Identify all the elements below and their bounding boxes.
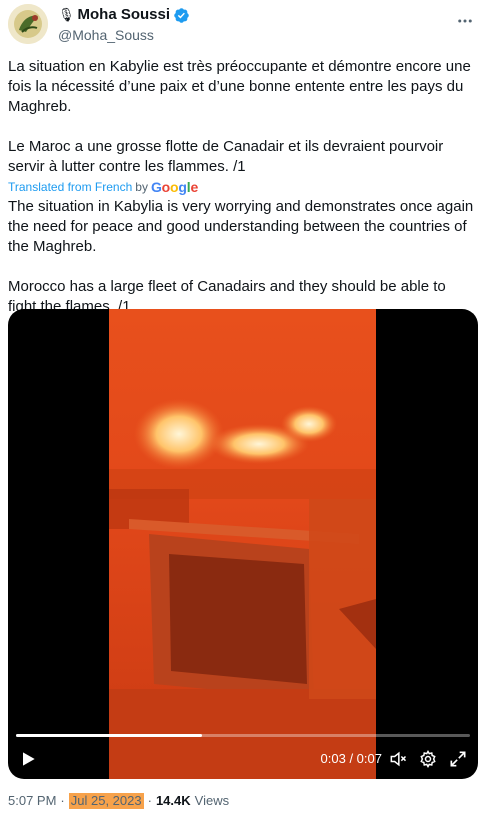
translation-attribution[interactable]: Translated from French by Google: [8, 180, 198, 195]
tweet-text-original: La situation en Kabylie est très préoccu…: [8, 58, 471, 175]
google-letter: o: [161, 179, 171, 195]
avatar-image: [8, 4, 48, 44]
google-letter: e: [190, 179, 199, 195]
google-logo: Google: [151, 180, 198, 195]
video-frame: [109, 309, 376, 779]
meta-separator: ·: [60, 793, 65, 808]
display-name[interactable]: Moha Soussi: [78, 6, 171, 24]
tweet: 🎙 Moha Soussi @Moha_Souss La situation e…: [0, 0, 492, 817]
video-progress-bar[interactable]: [16, 734, 470, 737]
google-letter: g: [178, 179, 187, 195]
translated-by: by: [135, 180, 148, 194]
video-time: 0:03 / 0:07: [320, 751, 382, 766]
author-names: 🎙 Moha Soussi @Moha_Souss: [58, 6, 190, 44]
tweet-meta: 5:07 PM · Jul 25, 2023 · 14.4K Views: [8, 793, 229, 809]
translated-label: Translated from French: [8, 180, 133, 194]
avatar[interactable]: [8, 4, 48, 44]
name-row: 🎙 Moha Soussi: [58, 6, 190, 24]
verified-badge-icon: [173, 7, 190, 24]
video-player[interactable]: 0:03 / 0:07: [8, 309, 478, 779]
meta-separator: ·: [147, 793, 152, 808]
fullscreen-icon[interactable]: [448, 749, 468, 769]
author-handle[interactable]: @Moha_Souss: [58, 26, 190, 44]
video-progress-fill: [16, 734, 203, 737]
play-icon[interactable]: [18, 749, 38, 769]
fire-scene-image: [109, 309, 376, 779]
tweet-date[interactable]: Jul 25, 2023: [68, 793, 144, 809]
microphone-emoji: 🎙: [58, 7, 75, 22]
volume-icon[interactable]: [388, 749, 408, 769]
tweet-text-translated: The situation in Kabylia is very worryin…: [8, 198, 474, 315]
google-letter: G: [150, 179, 162, 195]
tweet-header: 🎙 Moha Soussi @Moha_Souss: [8, 4, 484, 48]
more-options-icon[interactable]: [452, 8, 478, 34]
tweet-time[interactable]: 5:07 PM: [8, 793, 56, 809]
video-controls: 0:03 / 0:07: [8, 739, 478, 779]
views-count: 14.4K: [155, 793, 191, 808]
settings-icon[interactable]: [418, 749, 438, 769]
views-label: Views: [194, 793, 230, 808]
